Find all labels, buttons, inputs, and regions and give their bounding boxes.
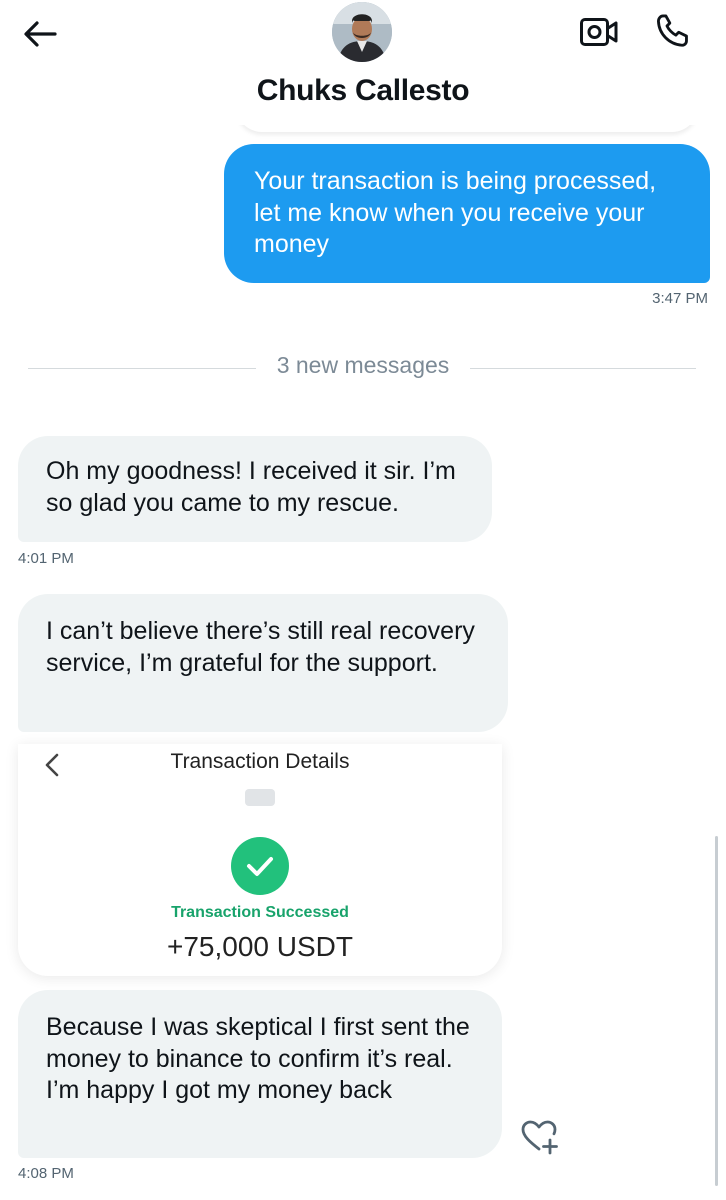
received-message-bubble[interactable]: Oh my goodness! I received it sir. I’m s… <box>18 436 492 542</box>
contact-name[interactable]: Chuks Callesto <box>0 74 726 108</box>
message-timestamp: 4:01 PM <box>18 550 74 567</box>
phone-icon <box>657 14 688 47</box>
video-camera-icon <box>580 18 618 46</box>
new-messages-divider: 3 new messages <box>276 352 450 378</box>
redacted-placeholder <box>245 789 275 806</box>
add-reaction-button[interactable] <box>520 1118 560 1156</box>
transaction-screenshot-attachment[interactable]: Transaction Details Transaction Successe… <box>18 744 502 976</box>
video-call-button[interactable] <box>576 12 622 52</box>
profile-photo <box>332 2 392 62</box>
sent-message-bubble[interactable]: Your transaction is being processed, let… <box>224 144 710 283</box>
back-button[interactable] <box>20 14 60 54</box>
conversation-header: Chuks Callesto <box>0 0 726 125</box>
transaction-amount: +75,000 USDT <box>167 931 353 962</box>
transaction-status: Transaction Successed <box>171 904 349 921</box>
voice-call-button[interactable] <box>652 10 694 52</box>
received-message-bubble[interactable]: Because I was skeptical I first sent the… <box>18 990 502 1158</box>
arrow-left-icon <box>24 21 57 47</box>
transaction-details-title: Transaction Details <box>170 750 350 773</box>
success-check-icon <box>231 837 289 895</box>
message-timestamp: 4:08 PM <box>18 1165 74 1182</box>
heart-plus-icon <box>521 1120 558 1155</box>
avatar[interactable] <box>332 2 392 62</box>
message-timestamp: 3:47 PM <box>652 290 708 307</box>
scrollbar[interactable] <box>715 836 718 1186</box>
received-message-bubble[interactable]: I can’t believe there’s still real recov… <box>18 594 508 732</box>
